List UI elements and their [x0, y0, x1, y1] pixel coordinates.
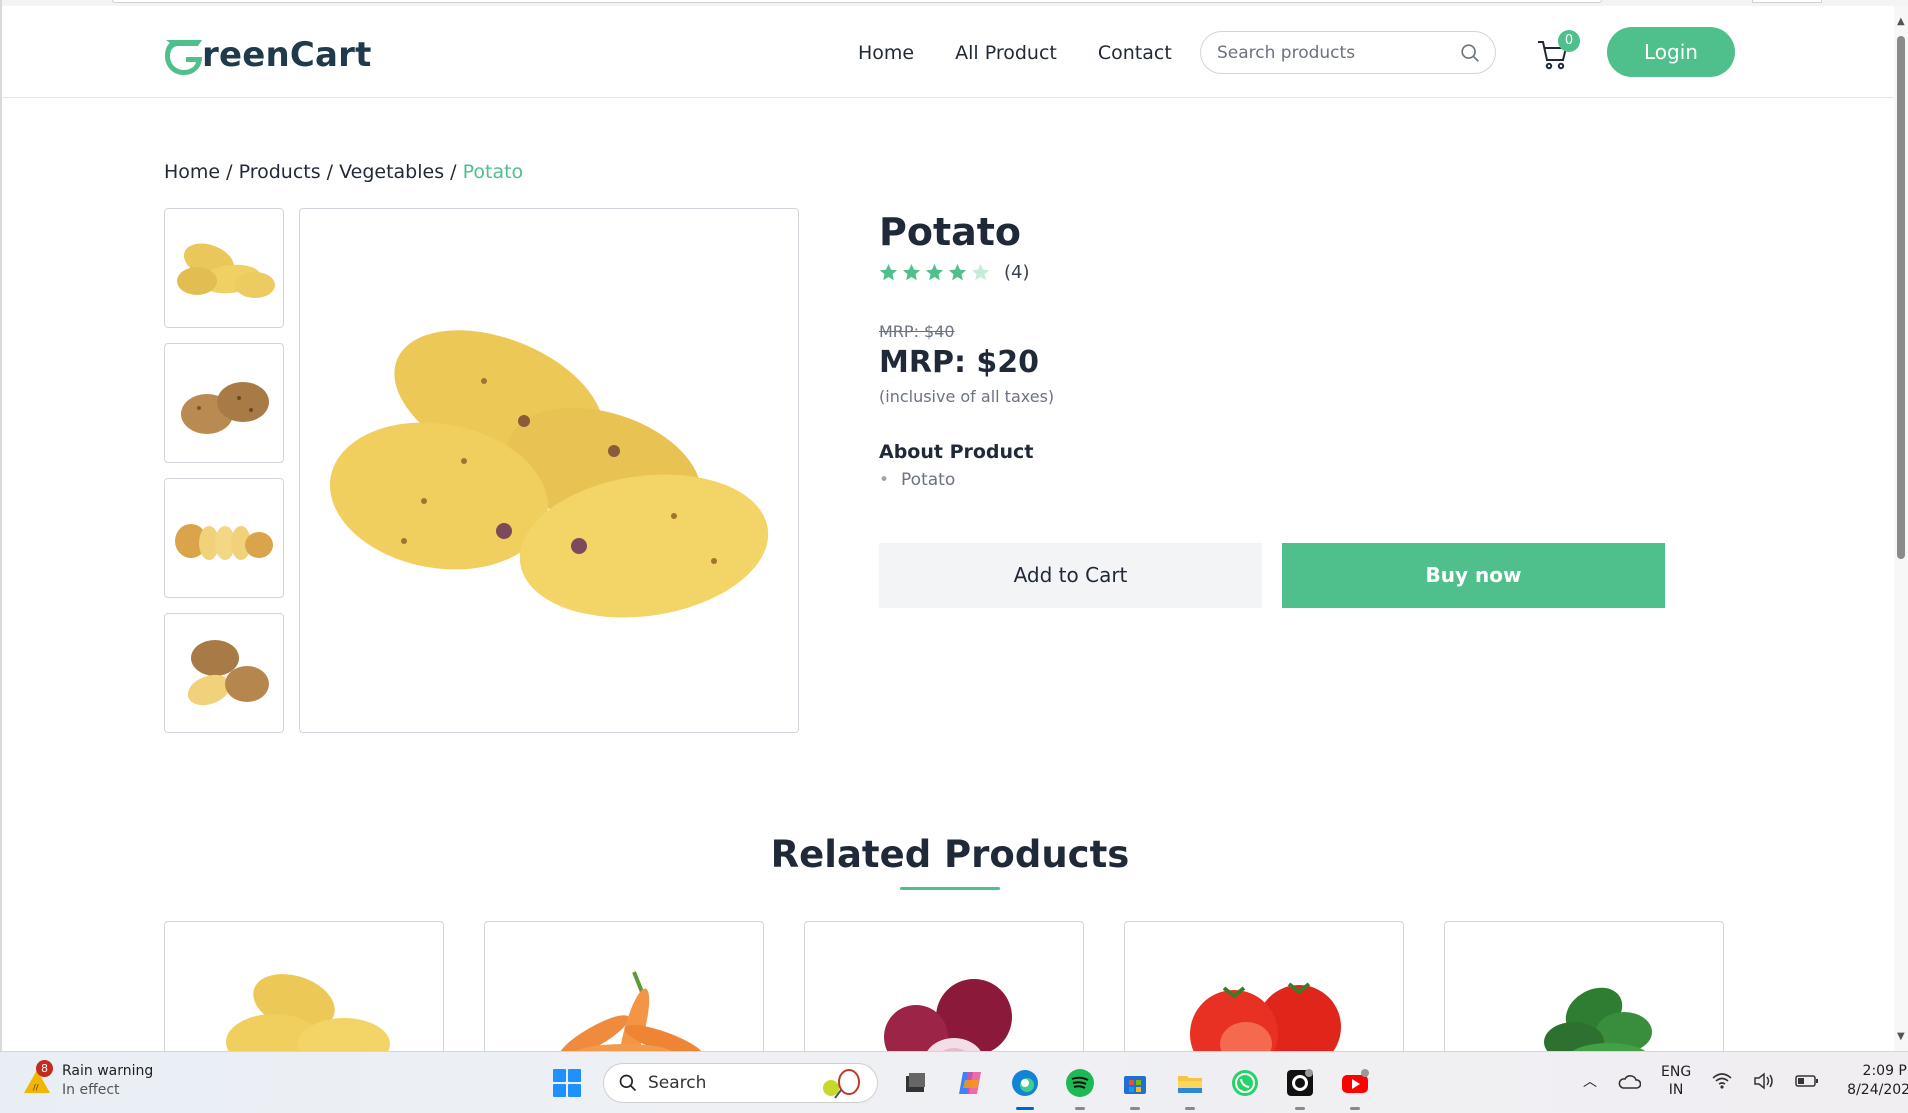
- chevron-up-icon[interactable]: ︿: [1583, 1071, 1597, 1091]
- thumbnail-4[interactable]: [164, 613, 284, 733]
- related-card-carrot[interactable]: [484, 921, 764, 1051]
- language-indicator[interactable]: ENG IN: [1661, 1063, 1691, 1099]
- file-explorer-icon[interactable]: [1172, 1065, 1208, 1110]
- about-product-heading: About Product: [879, 441, 1034, 463]
- breadcrumb-home[interactable]: Home: [164, 161, 220, 183]
- thumbnail-2[interactable]: [164, 343, 284, 463]
- onion-image: [884, 979, 1012, 1051]
- weather-badge: 8: [36, 1060, 53, 1077]
- thumbnail-1[interactable]: [164, 208, 284, 328]
- cart-count-badge: 0: [1558, 30, 1580, 52]
- related-products-heading: Related Products: [770, 833, 1130, 876]
- onedrive-cloud-icon[interactable]: [1617, 1072, 1641, 1090]
- whatsapp-icon[interactable]: [1227, 1065, 1263, 1101]
- star-icon: [879, 263, 898, 281]
- clock-date: 8/24/2025: [1847, 1082, 1908, 1098]
- logo[interactable]: reenCart: [162, 34, 372, 76]
- star-icon: [948, 263, 967, 281]
- related-card-tomato[interactable]: [1124, 921, 1404, 1051]
- add-to-cart-button[interactable]: Add to Cart: [879, 543, 1262, 608]
- scroll-down-icon[interactable]: ▼: [1897, 1031, 1905, 1042]
- breadcrumb-current: Potato: [462, 161, 524, 183]
- spotify-icon[interactable]: [1062, 1065, 1098, 1110]
- carrot-image: [559, 971, 704, 1051]
- potato-image: [329, 329, 769, 617]
- potato-pile-image: [177, 243, 275, 298]
- tax-note: (inclusive of all taxes): [879, 387, 1055, 406]
- search-input[interactable]: [1217, 42, 1447, 63]
- product-rating: (4): [879, 262, 1030, 283]
- thumbnail-3[interactable]: [164, 478, 284, 598]
- vertical-scrollbar[interactable]: ▲ ▼: [1894, 6, 1908, 1051]
- login-button[interactable]: Login: [1607, 27, 1735, 77]
- product-title: Potato: [879, 210, 1022, 254]
- navbar: reenCart Home All Product Contact 0 Logi…: [2, 6, 1898, 98]
- weather-widget[interactable]: // 8 Rain warning In effect: [22, 1060, 154, 1100]
- taskbar-apps: Search: [550, 1063, 1373, 1110]
- related-card-onion[interactable]: [804, 921, 1084, 1051]
- wifi-icon[interactable]: [1711, 1072, 1733, 1090]
- taskbar-search-label: Search: [648, 1073, 707, 1093]
- clock[interactable]: 2:09 PM 8/24/2025: [1847, 1062, 1908, 1100]
- breadcrumb-category[interactable]: Vegetables: [339, 161, 444, 183]
- weather-warning-icon: // 8: [22, 1060, 53, 1096]
- breadcrumb-products[interactable]: Products: [239, 161, 321, 183]
- clock-time: 2:09 PM: [1862, 1063, 1908, 1079]
- sale-price: MRP: $20: [879, 345, 1040, 380]
- search-icon[interactable]: [1459, 42, 1481, 64]
- main-product-image: [299, 208, 799, 733]
- weather-title: Rain warning: [62, 1063, 154, 1079]
- about-product-list: Potato: [879, 470, 955, 490]
- tennis-racket-icon: [823, 1069, 860, 1099]
- windows-start-icon[interactable]: [550, 1066, 584, 1100]
- brown-potato-image: [181, 382, 269, 434]
- potato-image: [226, 974, 390, 1051]
- nav-home[interactable]: Home: [858, 42, 914, 64]
- about-item: Potato: [879, 470, 955, 490]
- search-icon: [619, 1074, 637, 1092]
- microsoft-store-icon[interactable]: [1117, 1065, 1153, 1110]
- github-icon[interactable]: [1282, 1065, 1318, 1110]
- spinach-image: [1544, 987, 1652, 1051]
- nav-contact[interactable]: Contact: [1098, 42, 1172, 64]
- volume-icon[interactable]: [1753, 1072, 1775, 1090]
- related-card-potato[interactable]: [164, 921, 444, 1051]
- tomato-image: [1190, 982, 1341, 1051]
- copilot-icon[interactable]: [952, 1065, 988, 1101]
- scrollbar-thumb[interactable]: [1897, 36, 1905, 559]
- taskbar: // 8 Rain warning In effect Search ︿ ENG…: [0, 1051, 1908, 1113]
- system-tray: ︿ ENG IN 2:09 PM 8/24/2025: [1583, 1062, 1908, 1100]
- weather-subtitle: In effect: [62, 1082, 120, 1098]
- scroll-up-icon[interactable]: ▲: [1897, 16, 1905, 27]
- star-empty-icon: [971, 263, 990, 281]
- taskbar-search[interactable]: Search: [603, 1063, 878, 1103]
- nav-all-product[interactable]: All Product: [955, 42, 1057, 64]
- thumbnail-list: [164, 208, 284, 748]
- rating-count: (4): [1004, 262, 1030, 283]
- breadcrumb: Home / Products / Vegetables / Potato: [164, 161, 524, 183]
- youtube-icon[interactable]: [1337, 1065, 1373, 1110]
- brand-name: reenCart: [202, 35, 372, 75]
- browser-viewport: reenCart Home All Product Contact 0 Logi…: [0, 0, 1908, 1051]
- sliced-potato-image: [175, 524, 273, 560]
- buy-now-button[interactable]: Buy now: [1282, 543, 1665, 608]
- heading-underline: [900, 887, 1000, 890]
- cut-potato-image: [187, 640, 269, 706]
- search-bar: [1200, 31, 1496, 74]
- star-icon: [902, 263, 921, 281]
- battery-icon[interactable]: [1795, 1073, 1819, 1089]
- svg-text://: //: [33, 1083, 39, 1092]
- related-card-spinach[interactable]: [1444, 921, 1724, 1051]
- original-price: MRP: $40: [879, 322, 955, 341]
- edge-browser-icon[interactable]: [1007, 1065, 1043, 1110]
- nav-links: Home All Product Contact: [858, 42, 1172, 64]
- task-view-icon[interactable]: [897, 1065, 933, 1101]
- star-icon: [925, 263, 944, 281]
